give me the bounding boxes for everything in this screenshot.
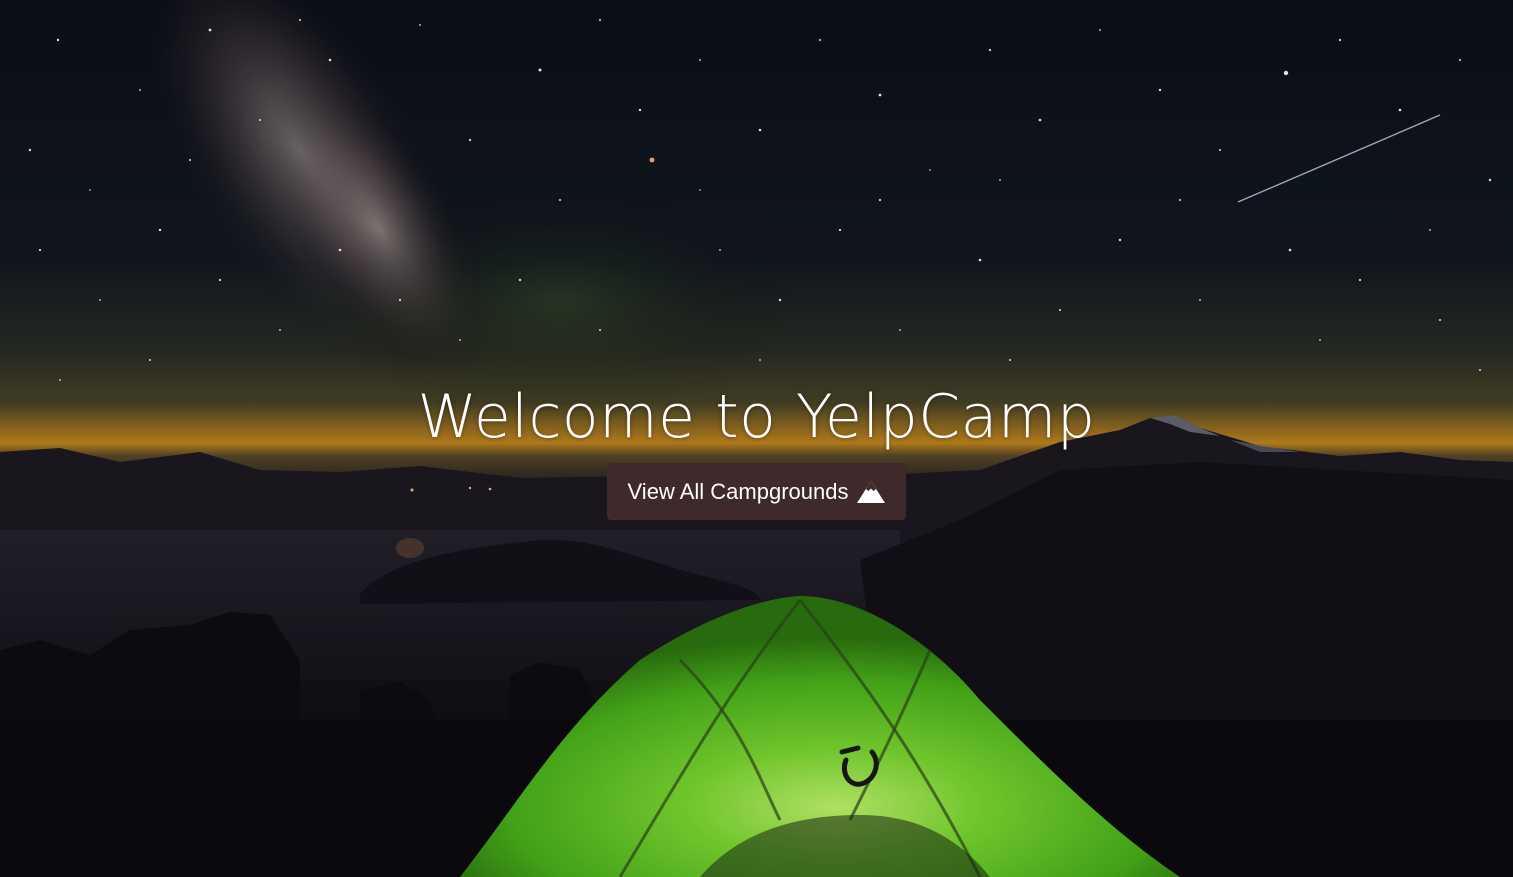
landing-page: Welcome to YelpCamp View All Campgrounds xyxy=(0,0,1513,877)
view-all-campgrounds-label: View All Campgrounds xyxy=(627,478,849,504)
hero-content: Welcome to YelpCamp View All Campgrounds xyxy=(0,378,1513,520)
view-all-campgrounds-button[interactable]: View All Campgrounds xyxy=(606,463,907,520)
page-title: Welcome to YelpCamp xyxy=(417,382,1096,452)
mountain-icon xyxy=(857,480,886,503)
